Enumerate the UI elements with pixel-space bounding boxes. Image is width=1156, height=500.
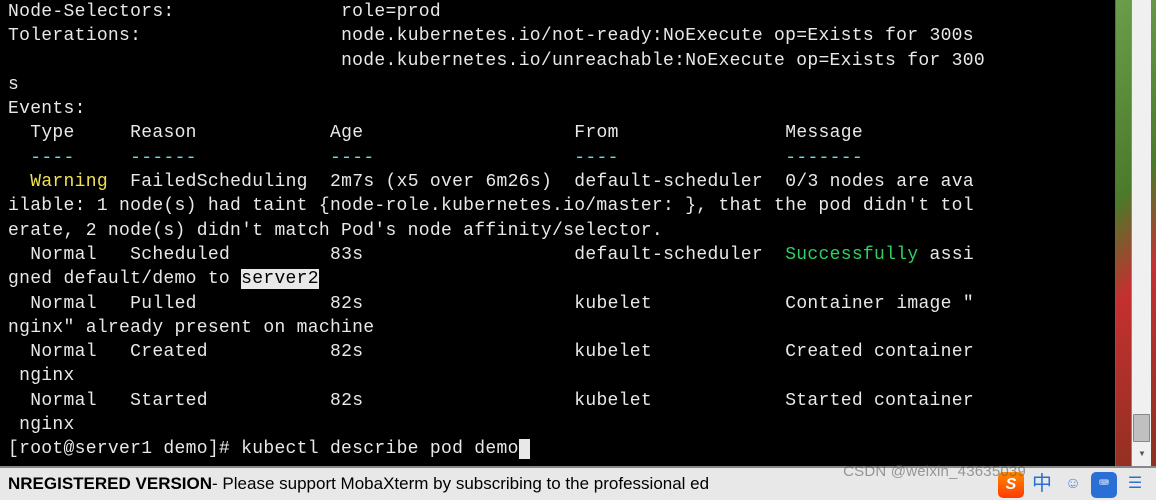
menu-icon[interactable]: ☰ <box>1122 472 1148 498</box>
ime-lang-icon[interactable]: 中 <box>1029 472 1055 498</box>
event-from: default-scheduler <box>574 245 763 265</box>
tolerations-label: Tolerations: <box>8 26 141 46</box>
scroll-down-icon[interactable]: ▾ <box>1132 444 1152 464</box>
events-header-message: Message <box>785 123 863 143</box>
node-selectors-label: Node-Selectors: <box>8 2 175 22</box>
event-from: kubelet <box>574 294 652 314</box>
terminal-output[interactable]: Node-Selectors: role=prod Tolerations: n… <box>0 0 1115 466</box>
dash-from: ---- <box>574 148 618 168</box>
smiley-icon[interactable]: ☺ <box>1060 472 1086 498</box>
event-from: kubelet <box>574 342 652 362</box>
dash-age: ---- <box>330 148 374 168</box>
watermark-text: CSDN @weixin_43635039 <box>843 462 1026 482</box>
event-msg-wrap: nginx <box>8 366 75 386</box>
scrollbar-thumb[interactable] <box>1133 414 1150 442</box>
event-age: 2m7s (x5 over 6m26s) <box>330 172 552 192</box>
event-msg-success: Successfully <box>785 245 918 265</box>
unregistered-label: NREGISTERED VERSION <box>8 473 212 496</box>
event-age: 82s <box>330 342 363 362</box>
event-msg: Created container <box>785 342 974 362</box>
event-type-normal: Normal <box>30 391 97 411</box>
event-msg-wrap: nginx" already present on machine <box>8 318 374 338</box>
event-type-normal: Normal <box>30 245 97 265</box>
event-msg: 0/3 nodes are ava <box>785 172 974 192</box>
events-header-from: From <box>574 123 618 143</box>
prompt-command[interactable]: kubectl describe pod demo <box>241 439 519 459</box>
event-age: 83s <box>330 245 363 265</box>
event-msg-wrap: gned default/demo to <box>8 269 241 289</box>
event-age: 82s <box>330 391 363 411</box>
event-msg-wrap: nginx <box>8 415 75 435</box>
events-header-age: Age <box>330 123 363 143</box>
event-reason: FailedScheduling <box>130 172 308 192</box>
events-label: Events: <box>8 99 86 119</box>
toleration-1: node.kubernetes.io/not-ready:NoExecute o… <box>341 26 974 46</box>
dash-reason: ------ <box>130 148 197 168</box>
event-reason: Scheduled <box>130 245 230 265</box>
event-msg-wrap: erate, 2 node(s) didn't match Pod's node… <box>8 221 663 241</box>
event-from: default-scheduler <box>574 172 763 192</box>
event-reason: Started <box>130 391 208 411</box>
event-msg: Container image " <box>785 294 974 314</box>
event-reason: Created <box>130 342 208 362</box>
event-highlight-server: server2 <box>241 269 319 289</box>
prompt: [root@server1 demo]# <box>8 439 241 459</box>
dash-message: ------- <box>785 148 863 168</box>
status-text: - Please support MobaXterm by subscribin… <box>212 473 709 496</box>
event-type-normal: Normal <box>30 294 97 314</box>
terminal-scrollbar[interactable]: ▾ <box>1131 0 1151 466</box>
dash-type: ---- <box>30 148 74 168</box>
node-selectors-value: role=prod <box>341 2 441 22</box>
event-age: 82s <box>330 294 363 314</box>
event-msg-wrap: ilable: 1 node(s) had taint {node-role.k… <box>8 196 974 216</box>
keyboard-icon[interactable]: ⌨ <box>1091 472 1117 498</box>
event-type-warning: Warning <box>30 172 108 192</box>
event-msg: Started container <box>785 391 974 411</box>
event-type-normal: Normal <box>30 342 97 362</box>
event-reason: Pulled <box>130 294 197 314</box>
events-header-reason: Reason <box>130 123 197 143</box>
event-msg: assi <box>918 245 974 265</box>
toleration-2: node.kubernetes.io/unreachable:NoExecute… <box>341 51 985 71</box>
events-header-type: Type <box>30 123 74 143</box>
event-from: kubelet <box>574 391 652 411</box>
terminal-cursor <box>519 439 530 459</box>
toleration-2-wrap: s <box>8 75 19 95</box>
